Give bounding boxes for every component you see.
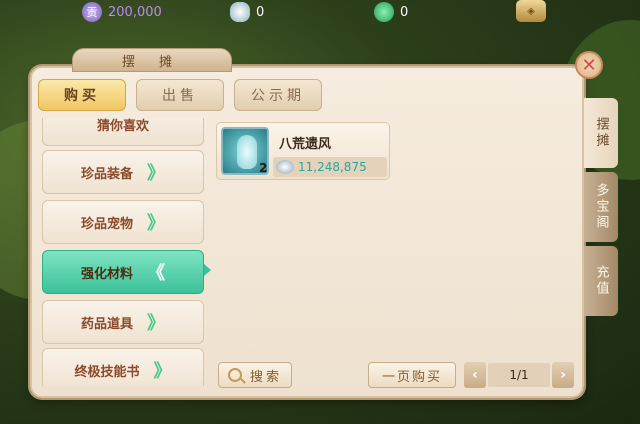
tab-recharge[interactable]: 充值 [584, 246, 618, 316]
category-ultimate-skill-books[interactable]: 终极技能书 》 [42, 348, 204, 386]
tab-public-period[interactable]: 公示期 [234, 79, 322, 111]
category-guess-you-like[interactable]: 猜你喜欢 [42, 118, 204, 146]
category-rare-equipment[interactable]: 珍品装备 》 [42, 150, 204, 194]
gold-amount: 200,000 [108, 4, 162, 20]
vase-icon [237, 135, 257, 169]
bottom-bar: 搜索 一页购买 ‹ 1/1 › [212, 360, 576, 388]
top-tabs: 购买 出售 公示期 [38, 79, 322, 111]
resource-bar: 贡 200,000 0 0 ◈ [0, 0, 640, 26]
page-indicator: 1/1 [488, 363, 550, 387]
panel-title: 摆 摊 [72, 48, 232, 72]
chevron-right-icon: 》 [147, 313, 165, 334]
close-button[interactable]: ✕ [575, 51, 603, 79]
category-list[interactable]: 猜你喜欢 珍品装备 》 珍品宠物 》 强化材料 《 药品道具 》 终极技能书 》 [40, 118, 208, 386]
next-page-button[interactable]: › [552, 362, 574, 388]
item-quantity: 2 [259, 161, 268, 175]
selected-pointer-icon [204, 264, 211, 276]
gift-icon[interactable]: ◈ [516, 0, 546, 22]
search-icon [227, 368, 242, 382]
category-rare-pets[interactable]: 珍品宠物 》 [42, 200, 204, 244]
tab-buy[interactable]: 购买 [38, 79, 126, 111]
tab-treasure-pavilion[interactable]: 多宝阁 [584, 172, 618, 242]
listing-card[interactable]: 2 八荒遗风 11,248,875 [216, 122, 390, 180]
jade-amount: 0 [400, 4, 409, 20]
chevron-right-icon: 》 [147, 163, 165, 184]
silver-resource: 0 [230, 2, 264, 22]
silver-ingot-icon[interactable] [230, 2, 250, 22]
category-label: 强化材料 [80, 266, 133, 282]
category-label: 珍品宠物 [80, 216, 133, 232]
pager: ‹ 1/1 › [464, 362, 574, 388]
listing-area: 2 八荒遗风 11,248,875 [212, 118, 576, 358]
buy-page-button[interactable]: 一页购买 [368, 362, 456, 388]
tribute-coin-icon: 贡 [82, 2, 102, 22]
jade-icon[interactable] [374, 2, 394, 22]
item-price: 11,248,875 [298, 160, 367, 174]
prev-page-button[interactable]: ‹ [464, 362, 486, 388]
category-label: 珍品装备 [80, 166, 133, 182]
item-name: 八荒遗风 [279, 137, 332, 152]
jade-resource: 0 [374, 2, 408, 22]
silver-ingot-icon [276, 160, 294, 174]
search-button[interactable]: 搜索 [218, 362, 292, 388]
category-enhance-materials[interactable]: 强化材料 《 [42, 250, 204, 294]
price-bar: 11,248,875 [273, 157, 387, 177]
chevron-right-icon: 》 [147, 213, 165, 234]
category-medicine-items[interactable]: 药品道具 》 [42, 300, 204, 344]
category-label: 终极技能书 [74, 364, 140, 380]
chevron-left-icon: 《 [147, 263, 165, 284]
category-label: 药品道具 [80, 316, 133, 332]
tab-sell[interactable]: 出售 [136, 79, 224, 111]
chevron-right-icon: 》 [153, 361, 172, 382]
search-label: 搜索 [249, 369, 282, 385]
silver-amount: 0 [256, 4, 265, 20]
category-label: 猜你喜欢 [96, 118, 149, 134]
gold-resource: 贡 200,000 [82, 2, 162, 22]
tab-stall[interactable]: 摆摊 [584, 98, 618, 168]
